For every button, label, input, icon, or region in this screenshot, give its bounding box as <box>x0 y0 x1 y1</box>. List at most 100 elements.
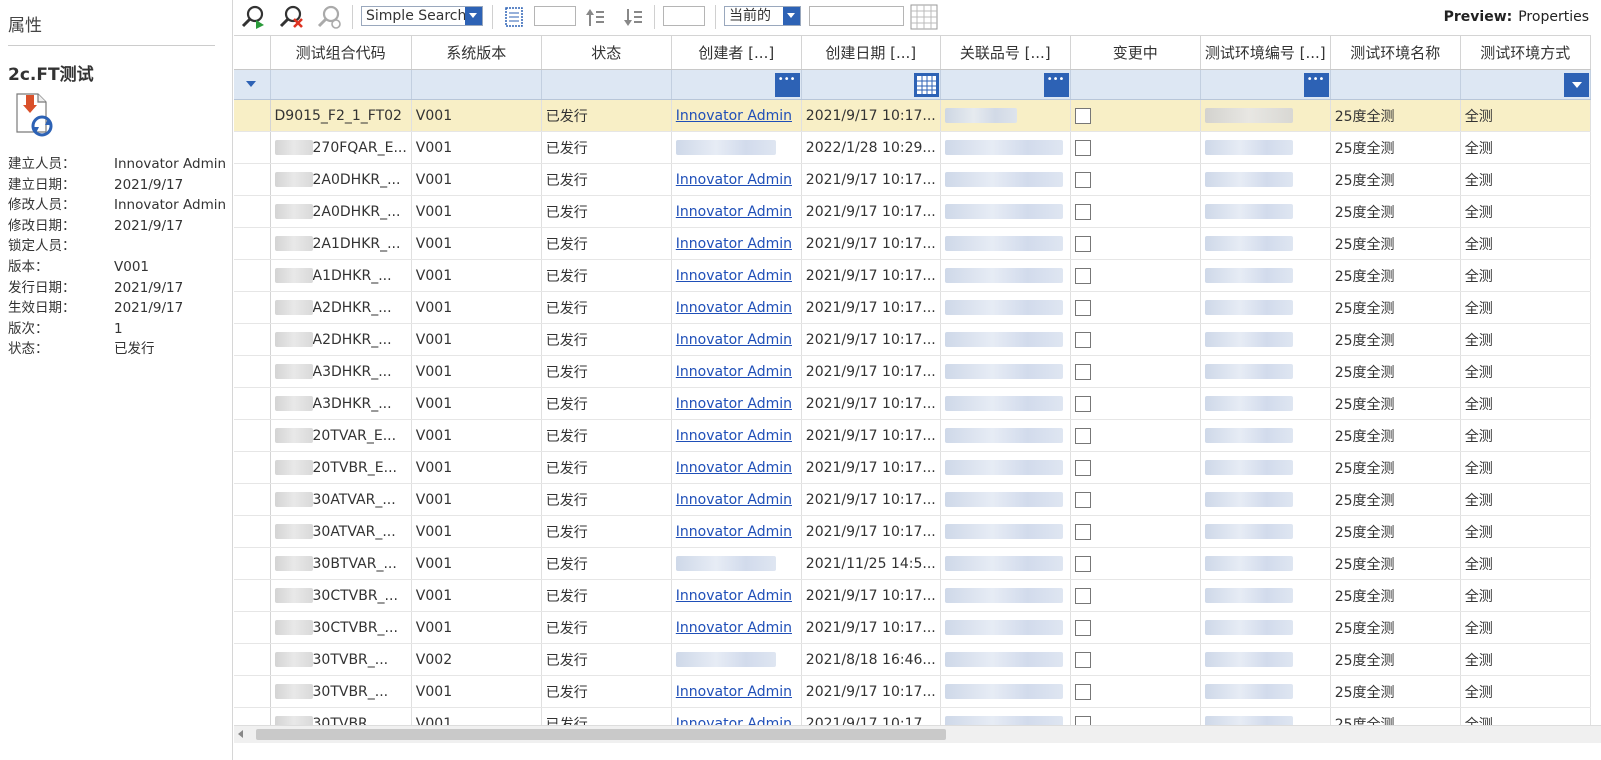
row-header-cell[interactable] <box>234 131 271 164</box>
cell-changing[interactable] <box>1070 451 1201 484</box>
cell-changing[interactable] <box>1070 291 1201 324</box>
row-header-cell[interactable] <box>234 163 271 196</box>
cell-changing[interactable] <box>1070 131 1201 164</box>
scope-select[interactable]: 当前的 <box>724 6 801 26</box>
column-header-part[interactable]: 关联品号 [...] <box>940 35 1071 70</box>
row-header-cell[interactable] <box>234 419 271 452</box>
cell-changing[interactable] <box>1070 547 1201 580</box>
changing-checkbox[interactable] <box>1074 491 1091 508</box>
changing-checkbox[interactable] <box>1074 555 1091 572</box>
cell-changing[interactable] <box>1070 163 1201 196</box>
cell-creator[interactable]: Innovator Admin <box>671 387 802 420</box>
changing-checkbox[interactable] <box>1074 395 1091 412</box>
creator-link[interactable]: Innovator Admin <box>676 684 792 700</box>
table-row[interactable]: D9015_F2_1_FT02 V001 已发行 Innovator Admin 202… <box>234 99 1591 132</box>
table-row[interactable]: 30TVBR_... V002 已发行 2021/8/18 16:46... 25度全测… <box>234 643 1591 676</box>
changing-checkbox[interactable] <box>1074 107 1091 124</box>
column-header-env-name[interactable]: 测试环境名称 <box>1330 35 1461 70</box>
cell-changing[interactable] <box>1070 483 1201 516</box>
table-row[interactable]: 270FQAR_E... V001 已发行 2022/1/28 10:29... 25度… <box>234 131 1591 164</box>
cell-changing[interactable] <box>1070 259 1201 292</box>
row-header-cell[interactable] <box>234 355 271 388</box>
saved-search-icon[interactable] <box>315 3 343 31</box>
changing-checkbox[interactable] <box>1074 203 1091 220</box>
row-header-cell[interactable] <box>234 99 271 132</box>
filter-menu-cell[interactable] <box>234 69 271 100</box>
creator-link[interactable]: Innovator Admin <box>676 268 792 284</box>
cell-creator[interactable]: Innovator Admin <box>671 355 802 388</box>
row-header-cell[interactable] <box>234 323 271 356</box>
column-header-code[interactable]: 测试组合代码 <box>270 35 412 70</box>
creator-link[interactable]: Innovator Admin <box>676 620 792 636</box>
changing-checkbox[interactable] <box>1074 363 1091 380</box>
horizontal-scrollbar[interactable] <box>234 725 1601 743</box>
row-header-cell[interactable] <box>234 643 271 676</box>
filter-cell-code[interactable] <box>270 69 412 100</box>
cell-creator[interactable]: Innovator Admin <box>671 227 802 260</box>
changing-checkbox[interactable] <box>1074 683 1091 700</box>
cell-creator[interactable]: Innovator Admin <box>671 451 802 484</box>
row-header-cell[interactable] <box>234 259 271 292</box>
ellipsis-icon[interactable] <box>1303 73 1329 97</box>
changing-checkbox[interactable] <box>1074 139 1091 156</box>
filter-cell-date[interactable] <box>801 69 941 100</box>
filter-cell-env-mode[interactable] <box>1460 69 1591 100</box>
filter-cell-env-id[interactable] <box>1200 69 1331 100</box>
creator-link[interactable]: Innovator Admin <box>676 396 792 412</box>
cell-changing[interactable] <box>1070 99 1201 132</box>
ellipsis-icon[interactable] <box>1043 73 1069 97</box>
column-header-env-id[interactable]: 测试环境编号 [...] <box>1200 35 1331 70</box>
table-row[interactable]: 30ATVAR_... V001 已发行 Innovator Admin 2021/9/… <box>234 483 1591 516</box>
cell-creator[interactable]: Innovator Admin <box>671 419 802 452</box>
page-size-input[interactable] <box>534 6 576 26</box>
calendar-icon[interactable] <box>913 73 939 97</box>
creator-link[interactable]: Innovator Admin <box>676 236 792 252</box>
cell-creator[interactable]: Innovator Admin <box>671 707 802 725</box>
run-search-icon[interactable] <box>239 3 267 31</box>
scrollbar-thumb[interactable] <box>256 729 946 740</box>
filter-cell-creator[interactable] <box>671 69 802 100</box>
filter-cell-part[interactable] <box>940 69 1071 100</box>
search-mode-select[interactable]: Simple Search <box>361 6 483 26</box>
column-header-creator[interactable]: 创建者 [...] <box>671 35 802 70</box>
changing-checkbox[interactable] <box>1074 523 1091 540</box>
row-header-cell[interactable] <box>234 675 271 708</box>
creator-link[interactable]: Innovator Admin <box>676 172 792 188</box>
cell-changing[interactable] <box>1070 707 1201 725</box>
changing-checkbox[interactable] <box>1074 331 1091 348</box>
column-header-status[interactable]: 状态 <box>541 35 672 70</box>
table-row[interactable]: 30TVBR V001 已发行 Innovator Admin 2021/9/17 10… <box>234 707 1591 725</box>
column-header-version[interactable]: 系统版本 <box>411 35 542 70</box>
table-row[interactable]: 30ATVAR_... V001 已发行 Innovator Admin 2021/9/… <box>234 515 1591 548</box>
row-header-cell[interactable] <box>234 387 271 420</box>
changing-checkbox[interactable] <box>1074 171 1091 188</box>
changing-checkbox[interactable] <box>1074 299 1091 316</box>
cell-creator[interactable]: Innovator Admin <box>671 675 802 708</box>
row-header-cell[interactable] <box>234 291 271 324</box>
cell-changing[interactable] <box>1070 227 1201 260</box>
row-header-cell[interactable] <box>234 707 271 725</box>
changing-checkbox[interactable] <box>1074 587 1091 604</box>
changing-checkbox[interactable] <box>1074 427 1091 444</box>
cell-creator[interactable]: Innovator Admin <box>671 611 802 644</box>
chevron-down-icon[interactable] <box>246 81 256 87</box>
cell-changing[interactable] <box>1070 515 1201 548</box>
table-row[interactable]: 20TVBR_E... V001 已发行 Innovator Admin 2021/9/… <box>234 451 1591 484</box>
clear-search-icon[interactable] <box>277 3 305 31</box>
cell-creator[interactable]: Innovator Admin <box>671 163 802 196</box>
changing-checkbox[interactable] <box>1074 235 1091 252</box>
cell-changing[interactable] <box>1070 419 1201 452</box>
cell-creator[interactable]: Innovator Admin <box>671 515 802 548</box>
next-page-icon[interactable] <box>620 3 646 31</box>
creator-link[interactable]: Innovator Admin <box>676 300 792 316</box>
cell-creator[interactable]: Innovator Admin <box>671 99 802 132</box>
filter-cell-version[interactable] <box>411 69 542 100</box>
creator-link[interactable]: Innovator Admin <box>676 332 792 348</box>
cell-changing[interactable] <box>1070 323 1201 356</box>
filter-cell-status[interactable] <box>541 69 672 100</box>
cell-changing[interactable] <box>1070 387 1201 420</box>
row-header-cell[interactable] <box>234 547 271 580</box>
table-row[interactable]: A2DHKR_... V001 已发行 Innovator Admin 2021/9/1… <box>234 291 1591 324</box>
table-row[interactable]: 30CTVBR_... V001 已发行 Innovator Admin 2021/9/… <box>234 579 1591 612</box>
table-row[interactable]: A3DHKR_... V001 已发行 Innovator Admin 2021/9/1… <box>234 387 1591 420</box>
